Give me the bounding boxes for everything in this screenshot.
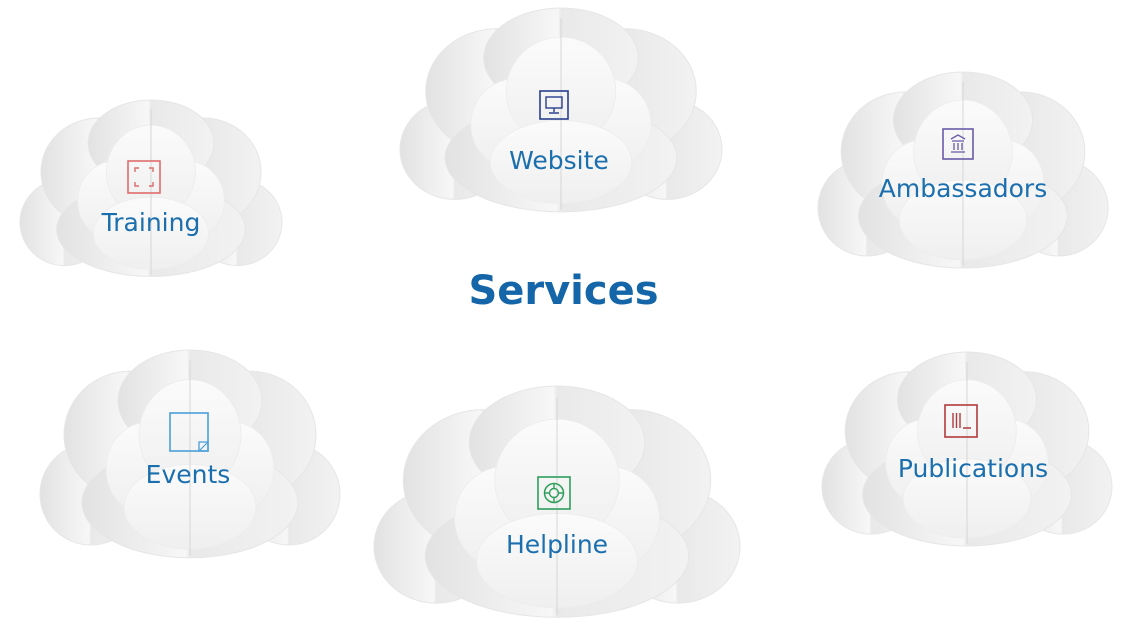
focus-frame-icon: [127, 160, 161, 194]
cloud-website[interactable]: Website: [399, 7, 723, 216]
cloud-label-events: Events: [145, 460, 231, 489]
institution-building-icon: [942, 128, 974, 160]
cloud-helpline[interactable]: Helpline: [373, 385, 741, 622]
cloud-label-publications: Publications: [897, 454, 1049, 483]
cloud-label-training: Training: [101, 208, 201, 237]
cloud-training[interactable]: Training: [19, 99, 283, 280]
cloud-publications[interactable]: Publications: [821, 351, 1113, 550]
cloud-events[interactable]: Events: [39, 349, 341, 562]
resize-square-icon: [169, 412, 209, 452]
cloud-shape: [817, 71, 1109, 269]
lifebuoy-icon: [537, 476, 571, 510]
cloud-label-website: Website: [509, 146, 609, 175]
cloud-ambassadors[interactable]: Ambassadors: [817, 71, 1109, 272]
cloud-shape: [39, 349, 341, 559]
monitor-icon: [539, 90, 569, 120]
cloud-shape: [821, 351, 1113, 547]
cloud-label-helpline: Helpline: [505, 530, 609, 559]
cloud-label-ambassadors: Ambassadors: [878, 174, 1048, 203]
services-diagram: Services Training Website Ambassadors Ev…: [0, 0, 1127, 630]
library-books-icon: [944, 404, 978, 438]
